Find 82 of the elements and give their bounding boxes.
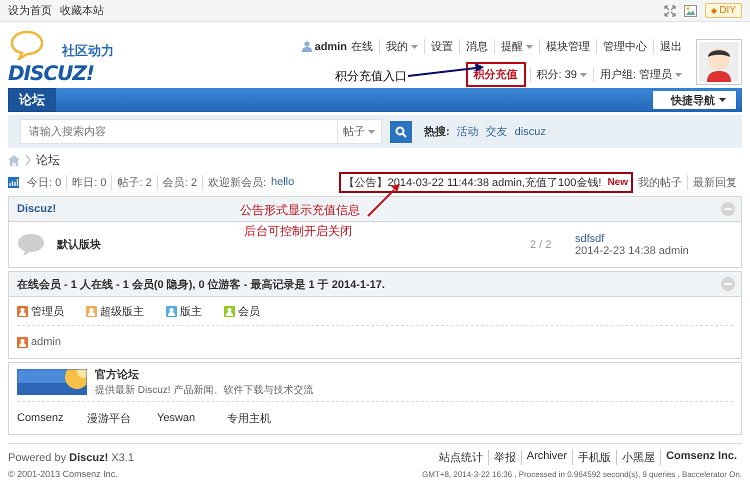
friend-link[interactable]: Comsenz — [17, 412, 87, 424]
logo-wordmark[interactable]: DISCUZ! — [8, 61, 94, 85]
caret-icon — [526, 44, 533, 48]
user-menu-link[interactable]: 提醒 — [494, 39, 539, 54]
post-counts: 2 / 2 — [530, 238, 552, 250]
diamond-icon — [711, 8, 718, 14]
credits-link[interactable]: 积分: 39 — [530, 67, 593, 82]
user-menu-link[interactable]: 我的 — [379, 39, 424, 54]
hot-keyword-link[interactable]: 交友 — [486, 124, 508, 139]
legend-label: 超级版主 — [100, 304, 144, 318]
stat-text: 昨日: 0 — [66, 174, 112, 190]
legend-label: 版主 — [180, 304, 202, 318]
quick-link[interactable]: 最新回复 — [687, 174, 742, 190]
stat-text: 今日: 0 — [26, 176, 62, 190]
home-icon[interactable] — [8, 154, 20, 166]
server-info: GMT+8, 2014-3-22 16:36 , Processed in 0.964592 second(s), 9 queries , Baccelerator On. — [422, 470, 742, 478]
footer-link[interactable]: Archiver — [520, 450, 572, 465]
hot-keyword-link[interactable]: discuz — [514, 126, 546, 138]
stats-chart-icon — [8, 176, 22, 188]
search-scope-select[interactable]: 帖子 — [337, 120, 381, 143]
last-post-meta: 2014-2-23 14:38 admin — [575, 244, 689, 256]
new-member-link[interactable]: hello — [271, 176, 294, 188]
new-member-label: 欢迎新会员: — [202, 174, 271, 190]
company-link[interactable]: Comsenz Inc. — [660, 450, 742, 465]
separator-icon — [26, 155, 30, 165]
caret-icon — [368, 130, 375, 134]
stat-text: 帖子: 2 — [111, 174, 157, 190]
new-label: New — [607, 176, 628, 188]
speech-bubble-icon — [10, 30, 44, 60]
link-title[interactable]: 官方论坛 — [95, 367, 314, 382]
user-menu-link[interactable]: 消息 — [459, 39, 494, 54]
avatar-icon[interactable] — [699, 42, 739, 82]
legend-label: 会员 — [238, 304, 260, 318]
fullscreen-icon[interactable] — [664, 4, 676, 16]
image-icon[interactable] — [684, 4, 698, 16]
forum-name[interactable]: 默认版块 — [57, 237, 530, 252]
last-post-link[interactable]: sdfsdf — [575, 232, 733, 244]
legend-label: 管理员 — [31, 304, 64, 318]
online-status: 在线 — [351, 40, 373, 54]
footer-link[interactable]: 站点统计 — [434, 450, 488, 465]
user-menu-link[interactable]: 管理中心 — [596, 39, 653, 54]
hot-keyword-link[interactable]: 活动 — [456, 124, 479, 139]
user-icon — [302, 41, 312, 52]
annotation-text: 公告形式显示充值信息 — [240, 202, 360, 219]
search-button[interactable] — [390, 120, 412, 142]
speech-bubble-icon — [17, 232, 45, 256]
link-description: 提供最新 Discuz! 产品新闻、软件下载与技术交流 — [95, 385, 314, 396]
annotation-text: 后台可控制开启关闭 — [244, 223, 352, 240]
caret-icon — [719, 98, 726, 102]
stat-text: 会员: 2 — [156, 174, 202, 190]
hot-label: 热搜: — [424, 124, 450, 139]
online-summary: 在线会员 - 1 人在线 - 1 会员(0 隐身), 0 位游客 - 最高记录是 1 于 2014-1-17. — [17, 278, 385, 292]
caret-icon — [580, 72, 587, 76]
copyright: © 2001-2013 Comsenz Inc. — [8, 469, 118, 479]
friend-link[interactable]: 专用主机 — [227, 410, 297, 426]
search-field[interactable]: 请输入搜索内容 帖子 — [20, 119, 382, 144]
username-link[interactable]: admin — [314, 40, 347, 52]
member-link[interactable]: admin — [31, 336, 61, 348]
friend-link[interactable]: Yeswan — [157, 412, 227, 424]
caret-icon — [411, 44, 418, 48]
quick-link[interactable]: 我的帖子 — [633, 174, 687, 190]
user-menu-link[interactable]: 模块管理 — [539, 39, 596, 54]
quick-nav-button[interactable]: 快捷导航 — [653, 91, 736, 109]
annotation-text: 积分充值入口 — [335, 68, 407, 85]
logo-tagline: 社区动力 — [62, 42, 114, 60]
footer-link[interactable]: 小黑屋 — [616, 450, 660, 465]
announcement[interactable]: 【公告】2014-03-22 11:44:38 admin,充值了100金钱! New — [338, 172, 633, 192]
top-link[interactable]: 收藏本站 — [60, 3, 104, 18]
caret-icon — [675, 72, 682, 76]
top-link[interactable]: 设为首页 — [8, 3, 52, 18]
user-menu-link[interactable]: 设置 — [424, 39, 459, 54]
breadcrumb-link[interactable]: 论坛 — [36, 152, 60, 168]
search-icon — [395, 126, 407, 138]
recharge-link[interactable]: 积分充值 — [466, 62, 526, 87]
user-group-link[interactable]: 用户组: 管理员 — [592, 67, 688, 82]
category-title[interactable]: Discuz! — [17, 203, 56, 215]
footer-link[interactable]: 举报 — [488, 450, 521, 465]
user-menu-link[interactable]: 退出 — [653, 39, 688, 54]
friend-link[interactable]: 漫游平台 — [87, 410, 157, 426]
footer-link[interactable]: 手机版 — [572, 450, 616, 465]
powered-by: Powered by Discuz! X3.1 — [8, 452, 134, 464]
nav-tab[interactable]: 论坛 — [8, 88, 56, 112]
